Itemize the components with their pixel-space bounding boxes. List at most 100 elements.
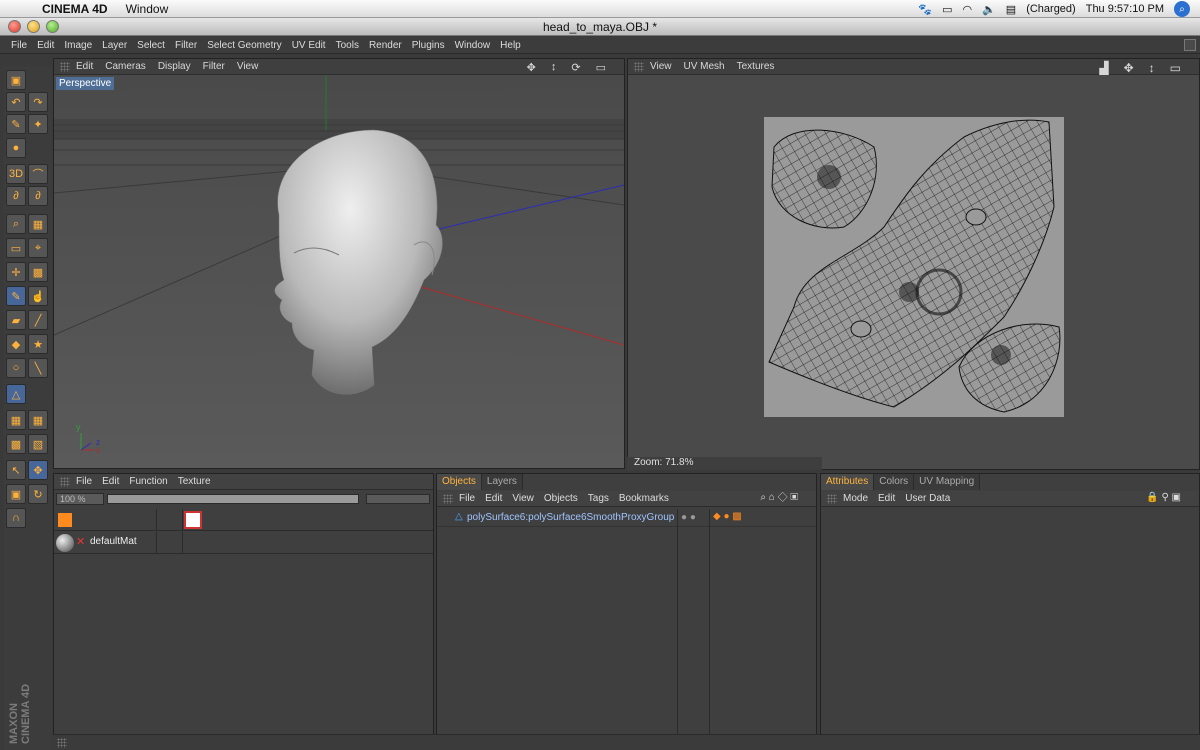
texture-thumbnail-icon[interactable] [184, 511, 202, 529]
move-view-icon[interactable]: ✥ [1124, 61, 1134, 75]
viewport-menu-edit[interactable]: Edit [76, 61, 93, 72]
menu-image[interactable]: Image [59, 40, 97, 51]
menu-uv-edit[interactable]: UV Edit [287, 40, 331, 51]
uv-menu-textures[interactable]: Textures [737, 61, 775, 72]
material-row[interactable]: ✕ defaultMat [54, 532, 433, 554]
material-zoom-field[interactable]: 100 % [56, 493, 104, 505]
attributes-menu-mode[interactable]: Mode [843, 493, 868, 504]
uv-menu-view[interactable]: View [650, 61, 672, 72]
record-icon[interactable]: ● [6, 138, 26, 158]
tab-uv-mapping[interactable]: UV Mapping [914, 474, 981, 490]
battery-status[interactable]: (Charged) [1026, 3, 1076, 15]
uv-mesh-canvas[interactable] [764, 117, 1064, 417]
menu-filter[interactable]: Filter [170, 40, 202, 51]
eraser-icon[interactable]: ▰ [6, 310, 26, 330]
uv-polygon-mode-icon[interactable]: △ [6, 384, 26, 404]
circle-shape-icon[interactable]: ○ [6, 358, 26, 378]
tab-objects[interactable]: Objects [437, 474, 482, 490]
objects-menu-tags[interactable]: Tags [588, 493, 609, 504]
eyedropper-icon[interactable]: ╱ [28, 310, 48, 330]
viewport-menu-cameras[interactable]: Cameras [105, 61, 146, 72]
paw-icon[interactable]: 🐾 [918, 3, 932, 16]
menu-window[interactable]: Window [450, 40, 496, 51]
display-icon[interactable]: ▭ [942, 3, 952, 16]
menu-help[interactable]: Help [495, 40, 526, 51]
viewport-menu-filter[interactable]: Filter [203, 61, 225, 72]
flag-icon[interactable]: ▤ [1006, 3, 1016, 16]
lasso-select-icon[interactable]: ⌖ [28, 238, 48, 258]
grip-icon[interactable] [634, 61, 644, 72]
magnet-icon[interactable]: ∩ [6, 508, 26, 528]
uv-points-icon[interactable]: ▦ [6, 410, 26, 430]
menu-edit[interactable]: Edit [32, 40, 59, 51]
wifi-icon[interactable]: ◠ [962, 3, 972, 16]
uv-move-icon[interactable]: ✥ [28, 460, 48, 480]
visibility-dots-icon[interactable]: ● ● [681, 512, 696, 523]
rotate-view-icon[interactable]: ⟳ [571, 61, 580, 74]
paint-tool-icon[interactable]: ✦ [28, 114, 48, 134]
brush-settings-icon[interactable]: ⌒ [28, 164, 48, 184]
menu-plugins[interactable]: Plugins [407, 40, 450, 51]
move-view-icon[interactable]: ✥ [527, 61, 536, 74]
texture-view-icon[interactable]: ▦ [28, 214, 48, 234]
menu-file[interactable]: File [6, 40, 32, 51]
uv-menu-uv-mesh[interactable]: UV Mesh [684, 61, 725, 72]
material-layer-row[interactable] [54, 509, 433, 531]
objects-menu-edit[interactable]: Edit [485, 493, 502, 504]
material-name[interactable]: defaultMat [90, 536, 137, 547]
viewport-menu-display[interactable]: Display [158, 61, 191, 72]
objects-menu-objects[interactable]: Objects [544, 493, 578, 504]
projection-2-icon[interactable]: ∂ [28, 186, 48, 206]
layer-icon[interactable] [58, 513, 72, 527]
objects-menu-bookmarks[interactable]: Bookmarks [619, 493, 669, 504]
undo-icon[interactable]: ↶ [6, 92, 26, 112]
layout-switch-icon[interactable] [1184, 39, 1196, 51]
grip-icon[interactable] [57, 738, 67, 748]
star-icon[interactable]: ★ [28, 334, 48, 354]
os-window-menu[interactable]: Window [126, 2, 169, 16]
menu-select[interactable]: Select [132, 40, 170, 51]
grip-icon[interactable] [827, 493, 837, 504]
material-menu-function[interactable]: Function [129, 476, 167, 487]
material-menu-edit[interactable]: Edit [102, 476, 119, 487]
histogram-icon[interactable]: ▟ [1099, 61, 1108, 75]
search-icon[interactable]: ⌕ ⌂ ◇ ▣ [760, 492, 798, 503]
viewport-label[interactable]: Perspective [56, 77, 115, 90]
attributes-menu-user-data[interactable]: User Data [905, 493, 950, 504]
render-view-icon[interactable]: ▣ [6, 70, 26, 90]
uv-rotate-icon[interactable]: ↻ [28, 484, 48, 504]
volume-icon[interactable]: 🔈 [982, 3, 996, 16]
zoom-view-icon[interactable]: ↕ [1149, 61, 1155, 75]
grip-icon[interactable] [443, 493, 453, 504]
menu-render[interactable]: Render [364, 40, 407, 51]
material-sphere-icon[interactable] [56, 534, 74, 552]
smudge-icon[interactable]: ☝ [28, 286, 48, 306]
3d-paint-icon[interactable]: 3D [6, 164, 26, 184]
attributes-menu-edit[interactable]: Edit [878, 493, 895, 504]
material-menu-texture[interactable]: Texture [178, 476, 211, 487]
grip-icon[interactable] [60, 61, 70, 72]
texture-grid-2-icon[interactable]: ▧ [28, 434, 48, 454]
move-layer-icon[interactable]: ✛ [6, 262, 26, 282]
spotlight-search-icon[interactable]: ⌕ [1174, 1, 1190, 17]
rect-select-icon[interactable]: ▭ [6, 238, 26, 258]
checker-icon[interactable]: ▩ [28, 262, 48, 282]
fill-bucket-icon[interactable]: ◆ [6, 334, 26, 354]
material-menu-file[interactable]: File [76, 476, 92, 487]
zoom-view-icon[interactable]: ↕ [551, 61, 557, 74]
maximize-view-icon[interactable]: ▭ [1170, 61, 1181, 75]
object-row[interactable]: △ polySurface6:polySurface6SmoothProxyGr… [437, 509, 816, 527]
material-remove-icon[interactable]: ✕ [76, 535, 85, 548]
live-select-icon[interactable]: ⌕ [6, 214, 26, 234]
objects-menu-file[interactable]: File [459, 493, 475, 504]
tab-layers[interactable]: Layers [481, 474, 523, 490]
object-name[interactable]: polySurface6:polySurface6SmoothProxyGrou… [467, 512, 674, 523]
menu-tools[interactable]: Tools [331, 40, 364, 51]
material-mode-dropdown[interactable] [366, 494, 430, 504]
brush-icon[interactable]: ✎ [6, 114, 26, 134]
os-app-menu[interactable]: CINEMA 4D [42, 2, 108, 16]
projection-icon[interactable]: ∂ [6, 186, 26, 206]
perspective-viewport[interactable]: Edit Cameras Display Filter View ✥ ↕ ⟳ ▭ [53, 58, 625, 469]
viewport-menu-view[interactable]: View [237, 61, 259, 72]
menu-select-geometry[interactable]: Select Geometry [202, 40, 286, 51]
